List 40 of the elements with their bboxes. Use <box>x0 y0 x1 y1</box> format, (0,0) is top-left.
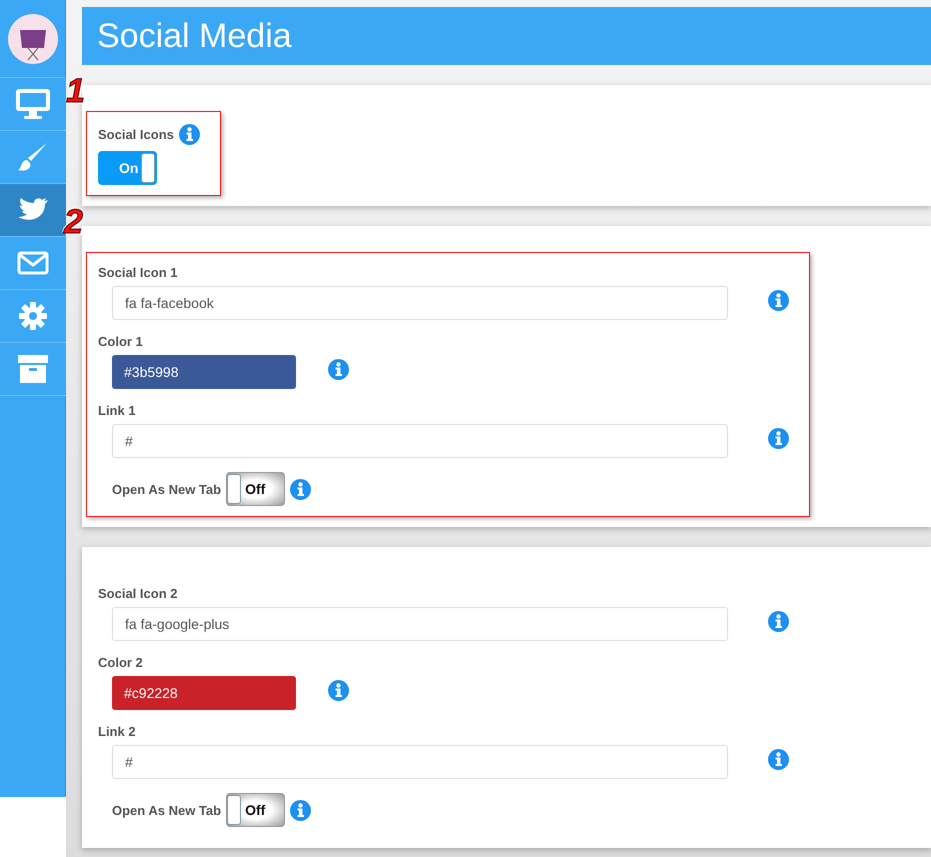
input-field[interactable]: fa fa-google-plus <box>112 607 728 641</box>
archive-icon <box>18 355 48 383</box>
field-label: Social Icon 2 <box>98 586 178 601</box>
sidebar-item[interactable] <box>0 343 66 396</box>
field-label: Color 1 <box>98 334 143 349</box>
toggle-switch[interactable]: Off <box>226 472 286 506</box>
step-number: 1 <box>66 72 85 111</box>
info-icon[interactable] <box>768 428 789 449</box>
input-field[interactable]: # <box>112 424 728 458</box>
field-label: Color 2 <box>98 655 143 670</box>
color-field[interactable]: #c92228 <box>112 676 296 710</box>
info-icon[interactable] <box>768 749 789 770</box>
envelope-icon <box>17 251 49 275</box>
field-label: Open As New Tab <box>112 482 222 496</box>
field-label: Social Icon 1 <box>98 265 178 280</box>
field-label: Social Icons <box>98 127 174 142</box>
info-icon[interactable] <box>178 124 200 145</box>
toggle-switch[interactable]: Off <box>226 793 286 827</box>
input-field[interactable]: # <box>112 745 728 779</box>
bird-icon <box>18 197 48 223</box>
info-icon[interactable] <box>328 680 349 701</box>
info-icon[interactable] <box>768 611 789 632</box>
avatar <box>8 14 58 64</box>
field-label: Link 2 <box>98 724 136 739</box>
info-icon[interactable] <box>290 800 312 820</box>
brush-icon <box>17 141 49 173</box>
field-label: Link 1 <box>98 403 136 418</box>
info-icon[interactable] <box>768 290 789 311</box>
input-field[interactable]: fa fa-facebook <box>112 286 728 320</box>
field-label: Open As New Tab <box>112 802 222 818</box>
sidebar-item[interactable] <box>0 131 66 184</box>
sidebar-item[interactable] <box>0 290 66 343</box>
page-title: Social Media <box>82 7 931 65</box>
info-icon[interactable] <box>328 359 349 380</box>
info-icon[interactable] <box>290 478 312 500</box>
sidebar-item[interactable] <box>0 237 66 290</box>
gear-icon <box>19 302 47 330</box>
sidebar-item[interactable] <box>0 78 66 131</box>
monitor-icon <box>16 89 50 119</box>
color-field[interactable]: #3b5998 <box>112 355 296 389</box>
